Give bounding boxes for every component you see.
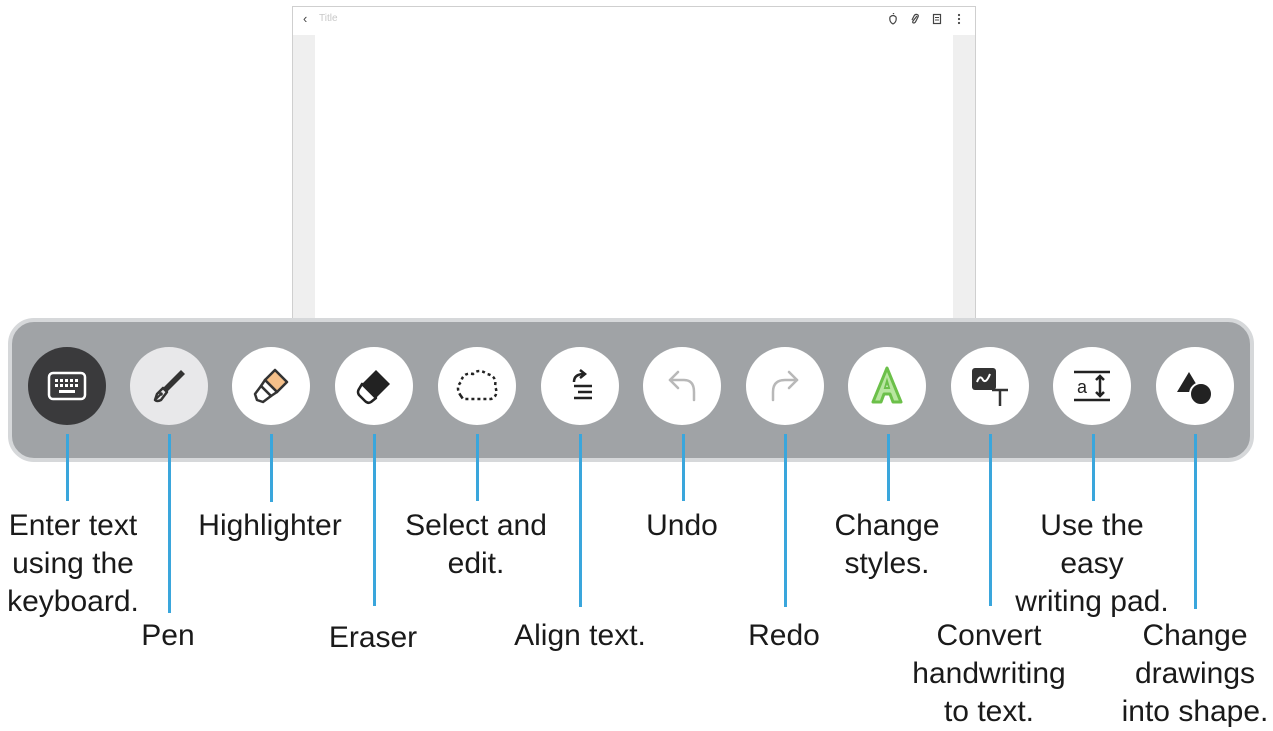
select-button[interactable] xyxy=(438,347,516,425)
convert-button[interactable] xyxy=(951,347,1029,425)
page-margin-left xyxy=(293,35,315,323)
pdf-icon[interactable] xyxy=(887,13,899,25)
leader-select xyxy=(476,434,479,501)
leader-pen xyxy=(168,434,171,613)
align-text-icon xyxy=(572,369,592,400)
leader-eraser xyxy=(373,434,376,606)
more-icon[interactable] xyxy=(953,13,965,25)
label-keyboard: Enter text using the keyboard. xyxy=(0,507,146,621)
align-text-button[interactable] xyxy=(541,347,619,425)
svg-text:a: a xyxy=(1077,377,1088,397)
writing-pad-button[interactable]: a xyxy=(1053,347,1131,425)
redo-button[interactable] xyxy=(746,347,824,425)
highlighter-button[interactable] xyxy=(232,347,310,425)
handwriting-to-text-icon xyxy=(972,368,1008,406)
pen-button[interactable] xyxy=(130,347,208,425)
leader-styles xyxy=(887,434,890,501)
label-writing-pad: Use the easy writing pad. xyxy=(1007,507,1177,621)
note-topbar-icons xyxy=(887,13,965,25)
label-shapes-text: Change drawings into shape. xyxy=(1121,619,1269,728)
label-pen-text: Pen xyxy=(141,619,195,652)
label-eraser: Eraser xyxy=(318,619,428,657)
label-highlighter: Highlighter xyxy=(195,507,345,545)
label-highlighter-text: Highlighter xyxy=(198,509,342,542)
eraser-icon xyxy=(356,370,390,405)
note-topbar: ‹ Title xyxy=(293,7,975,35)
shapes-button[interactable] xyxy=(1156,347,1234,425)
leader-convert xyxy=(989,434,992,606)
label-convert-text: Convert handwriting to text. xyxy=(912,619,1066,728)
style-icon xyxy=(871,366,903,404)
redo-icon xyxy=(771,370,799,402)
attach-icon[interactable] xyxy=(909,13,921,25)
file-icon[interactable] xyxy=(931,13,943,25)
leader-keyboard xyxy=(66,434,69,501)
leader-shapes xyxy=(1194,434,1197,609)
keyboard-icon xyxy=(47,371,87,401)
label-keyboard-text: Enter text using the keyboard. xyxy=(7,509,139,618)
leader-writing-pad xyxy=(1092,434,1095,501)
styles-button[interactable] xyxy=(848,347,926,425)
label-styles: Change styles. xyxy=(822,507,952,583)
label-align: Align text. xyxy=(505,617,655,655)
undo-button[interactable] xyxy=(643,347,721,425)
page-margin-right xyxy=(953,35,975,323)
leader-redo xyxy=(784,434,787,607)
pen-icon xyxy=(153,370,185,403)
lasso-icon xyxy=(456,369,498,401)
undo-icon xyxy=(668,370,696,402)
back-icon[interactable]: ‹ xyxy=(303,11,307,27)
label-redo-text: Redo xyxy=(748,619,820,652)
label-pen: Pen xyxy=(128,617,208,655)
shapes-icon xyxy=(1177,372,1213,406)
title-placeholder[interactable]: Title xyxy=(319,13,338,25)
highlighter-icon xyxy=(253,368,289,404)
keyboard-button[interactable] xyxy=(28,347,106,425)
writing-pad-icon: a xyxy=(1074,370,1110,402)
leader-highlighter xyxy=(270,434,273,502)
eraser-button[interactable] xyxy=(335,347,413,425)
label-select-text: Select and edit. xyxy=(405,509,547,580)
leader-align xyxy=(579,434,582,607)
label-undo: Undo xyxy=(632,507,732,545)
label-align-text: Align text. xyxy=(514,619,646,652)
label-undo-text: Undo xyxy=(646,509,718,542)
label-convert: Convert handwriting to text. xyxy=(909,617,1069,731)
label-shapes: Change drawings into shape. xyxy=(1120,617,1270,731)
leader-undo xyxy=(682,434,685,501)
label-styles-text: Change styles. xyxy=(834,509,940,580)
label-redo: Redo xyxy=(739,617,829,655)
label-writing-pad-text: Use the easy writing pad. xyxy=(1015,509,1169,618)
label-eraser-text: Eraser xyxy=(328,621,418,654)
note-screen: ‹ Title xyxy=(292,6,976,324)
label-select: Select and edit. xyxy=(396,507,556,583)
